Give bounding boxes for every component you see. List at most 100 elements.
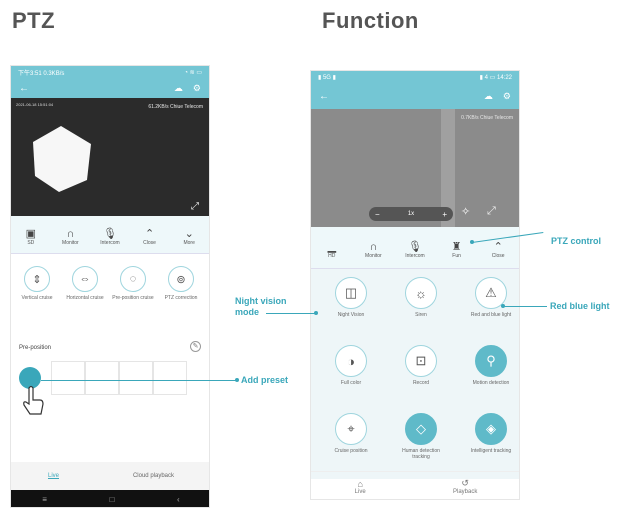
toolbar-more-button[interactable]: ⌄ More [171,228,207,246]
heading-function: Function [322,8,419,33]
status-left: ▮ 5G ▮ [318,74,336,81]
sd-icon: ▣ [25,227,36,240]
zoom-control[interactable]: − 1x + [369,207,453,221]
toolbar-intercom-button[interactable]: 🎙 Intercom [397,241,433,259]
fullscreen-icon[interactable]: ⤢ [191,201,199,212]
toolbar-label: Intercom [100,239,120,246]
toolbar-label: Monitor [365,252,382,259]
back-arrow-icon[interactable]: ← [19,83,29,94]
toolbar-monitor-button[interactable]: ∩ Monitor [355,241,391,259]
hand-pointer-icon [23,385,44,415]
menu-icon[interactable]: ≡ [42,495,47,504]
function-icon: ◇ [405,413,437,445]
speed-text: 0.7KB/s Chiue Telecom [461,115,513,121]
toolbar-sd-button[interactable]: ▣ SD [13,228,49,246]
function-full-color-button[interactable]: ◑ Full color [325,345,377,386]
preset-slot[interactable] [153,361,187,395]
add-preset-line [41,380,237,381]
toolbar-close-button[interactable]: ⌃ Close [132,228,168,246]
status-left: 下午3:51 0.3KB/s [18,70,65,77]
toolbar-label: SD [27,239,35,246]
function-icon: ⌖ [335,413,367,445]
more-icon: ⌄ [184,227,194,240]
function-human-detection-tracking-button[interactable]: ◇ Human detection tracking [395,413,447,460]
ptz-icon: ◌ [120,266,146,292]
function-red-and-blue-light-button[interactable]: ⚠ Red and blue light [465,277,517,318]
ptz-control-icon[interactable]: ✧ [461,205,470,218]
zoom-in-icon[interactable]: + [442,210,447,219]
fullscreen-icon[interactable]: ⤢ [487,205,496,218]
toolbar-label: Fun [452,252,461,259]
toolbar-label: Intercom [405,252,425,259]
android-nav-bar: ≡ □ ‹ [11,490,209,507]
callout-red-blue-light: Red blue light [550,301,610,311]
function-night-vision-button[interactable]: ◫ Night Vision [325,277,377,318]
intercom-icon: 🎙 [408,240,422,253]
ptz-horizontal-cruise-button[interactable]: ⇔ Horizontal cruise [61,266,109,301]
video-feed[interactable]: 2021-06-18 15:51:04 61.2KB/s Chiue Telec… [11,98,209,216]
speed-text: 61.2KB/s Chiue Telecom [148,104,203,110]
function-grid: ◫ Night Vision ☼ Siren ⚠ Red and blue light ◑ F… [311,269,519,479]
left-phone: 下午3:51 0.3KB/s ◔ ≋ ▭ ← ☁ ⚙ 2021-06-18 15… [10,65,210,508]
toolbar-monitor-button[interactable]: ∩ Monitor [52,228,88,246]
video-feed[interactable]: 0.7KB/s Chiue Telecom − 1x + ✧ ⤢ [311,109,519,227]
toolbar-fun-button[interactable]: ♜ Fun [439,241,475,259]
tab-live[interactable]: ⌂ Live [355,479,366,495]
function-record-button[interactable]: ⊡ Record [395,345,447,386]
function-label: Red and blue light [470,312,512,318]
home-icon[interactable]: □ [110,495,115,504]
cloud-icon[interactable]: ☁ [174,83,183,94]
cloud-icon[interactable]: ☁ [484,91,493,102]
ptz-icon: ⇔ [72,266,98,292]
tab-playback[interactable]: ↺ Playback [453,478,477,495]
preset-slot[interactable] [85,361,119,395]
back-icon[interactable]: ‹ [177,495,180,504]
settings-icon[interactable]: ⚙ [193,83,201,94]
preset-slot[interactable] [51,361,85,395]
toolbar-intercom-button[interactable]: 🎙 Intercom [92,228,128,246]
bottom-tabs: ⌂ Live ↺ Playback [311,471,519,499]
title-bar: ← ☁ ⚙ [11,78,209,98]
red-blue-line [503,306,547,307]
monitor-icon: ∩ [66,227,75,240]
preset-slot[interactable] [119,361,153,395]
back-arrow-icon[interactable]: ← [319,91,329,102]
tab-live[interactable]: Live [48,473,59,479]
add-preset-dot [235,378,239,382]
function-label: Human detection tracking [402,448,440,460]
ptz-label: Pre-position cruise [112,295,154,301]
function-intelligent-tracking-button[interactable]: ◈ Intelligent tracking [465,413,517,454]
function-icon: ◈ [475,413,507,445]
live-icon: ⌂ [357,478,363,489]
function-cruise-position-button[interactable]: ⌖ Cruise position [325,413,377,454]
night-vision-line [266,313,316,314]
function-label: Siren [415,312,427,318]
tab-live-label: Live [354,488,366,495]
ptz-ptz-correction-button[interactable]: ⊚ PTZ correction [157,266,205,301]
hd-icon: ▁ [327,240,337,253]
light-blob [33,126,91,192]
function-motion-detection-button[interactable]: ⚲ Motion detection [465,345,517,386]
title-bar: ← ☁ ⚙ [311,83,519,109]
toolbar-label: Close [491,252,505,259]
zoom-out-icon[interactable]: − [375,210,380,219]
ptz-icon: ⇕ [24,266,50,292]
red-blue-dot [501,304,505,308]
video-toolbar: ▣ SD ∩ Monitor 🎙 Intercom ⌃ Close ⌄ More [11,216,209,254]
settings-icon[interactable]: ⚙ [503,91,511,102]
ptz-icon: ⊚ [168,266,194,292]
zoom-level: 1x [407,211,415,217]
close-icon: ⌃ [493,240,503,253]
fun-icon: ♜ [451,240,462,253]
tab-cloud-playback[interactable]: Cloud playback [133,473,174,479]
function-label: Full color [340,380,362,386]
edit-icon[interactable]: ✎ [190,341,201,352]
function-icon: ◑ [335,345,367,377]
toolbar-hd-button[interactable]: ▁ HD [314,241,350,259]
function-siren-button[interactable]: ☼ Siren [395,277,447,318]
ptz-vertical-cruise-button[interactable]: ⇕ Vertical cruise [13,266,61,301]
function-icon: ☼ [405,277,437,309]
toolbar-close-button[interactable]: ⌃ Close [480,241,516,259]
status-right: ▮ 4 ▭ 14:22 [479,74,512,81]
ptz-pre-position-cruise-button[interactable]: ◌ Pre-position cruise [109,266,157,301]
